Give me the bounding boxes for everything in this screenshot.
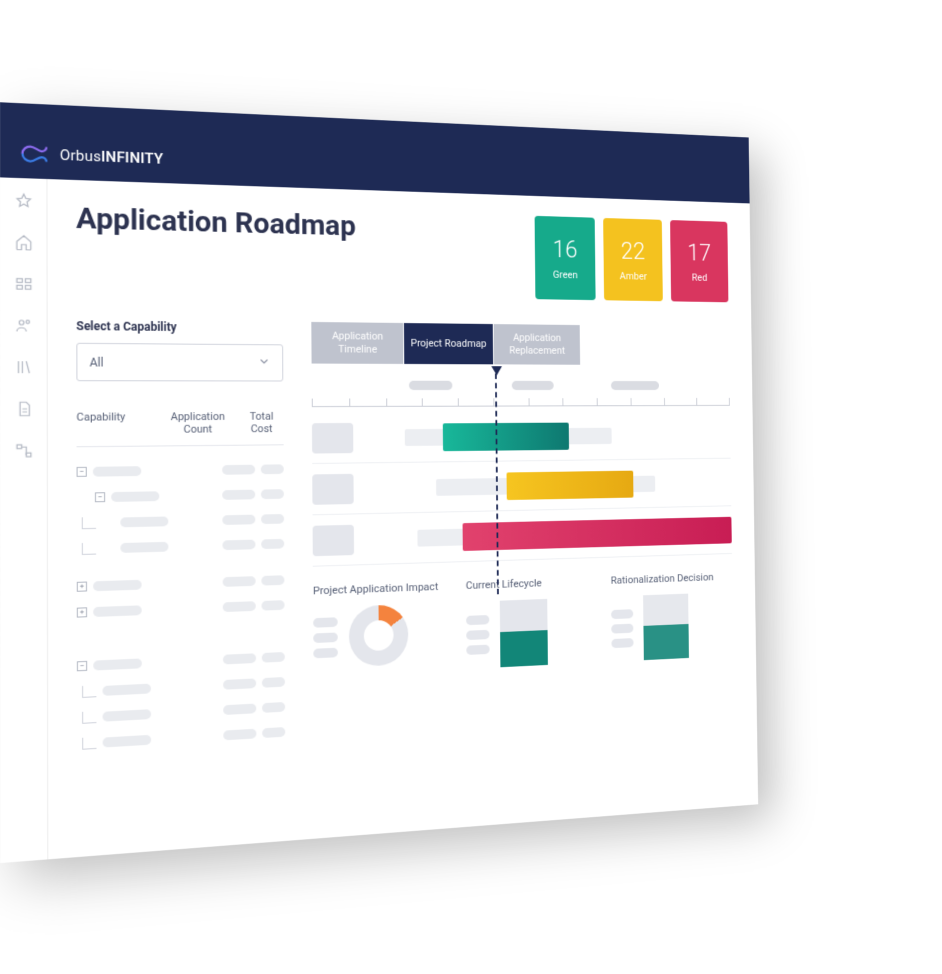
filter-label: Select a Capability <box>76 319 283 335</box>
gantt-row-box[interactable] <box>312 473 353 504</box>
legend <box>611 609 633 648</box>
capability-select[interactable]: All <box>76 343 283 382</box>
tab-project-roadmap[interactable]: Project Roadmap <box>404 323 494 364</box>
legend <box>466 615 490 655</box>
collapse-icon[interactable]: − <box>95 492 105 502</box>
kpi-value: 17 <box>687 240 711 267</box>
stacked-bar-chart <box>500 599 548 667</box>
gantt-row-box[interactable] <box>312 422 353 453</box>
panel-title: Project Application Impact <box>313 579 448 598</box>
expand-icon[interactable]: + <box>77 582 87 592</box>
kpi-green[interactable]: 16 Green <box>535 216 596 300</box>
tab-bar: Application Timeline Project Roadmap App… <box>311 322 729 365</box>
side-rail <box>0 177 48 863</box>
kpi-label: Red <box>692 271 708 283</box>
kpi-amber[interactable]: 22 Amber <box>603 218 663 301</box>
expand-icon[interactable]: + <box>77 607 87 617</box>
legend <box>313 617 338 658</box>
flow-icon[interactable] <box>14 442 33 464</box>
tab-application-replacement[interactable]: Application Replacement <box>494 324 581 365</box>
right-column: Application Timeline Project Roadmap App… <box>311 322 735 829</box>
panel-title: Rationalization Decision <box>611 570 733 588</box>
page-title: Application Roadmap <box>76 202 356 243</box>
capability-tree: − − + + − <box>77 445 286 757</box>
grid-icon[interactable] <box>14 275 33 297</box>
kpi-label: Amber <box>620 270 647 282</box>
chevron-down-icon <box>257 355 270 371</box>
col-app-count: Application Count <box>166 410 230 435</box>
kpi-red[interactable]: 17 Red <box>670 220 728 302</box>
tab-application-timeline[interactable]: Application Timeline <box>311 322 404 364</box>
brand-name: OrbusINFINITY <box>60 146 164 168</box>
star-icon[interactable] <box>14 192 33 214</box>
brand-bold: INFINITY <box>101 148 163 168</box>
gantt-bar-green[interactable] <box>443 422 569 451</box>
collapse-icon[interactable]: − <box>77 467 87 477</box>
document-icon[interactable] <box>14 400 33 422</box>
gantt-row <box>312 411 731 464</box>
brand-regular: Orbus <box>60 146 101 165</box>
app-window: OrbusINFINITY Application Roadmap 16 <box>0 102 758 863</box>
donut-chart <box>349 604 409 667</box>
panel-project-impact: Project Application Impact <box>313 579 449 676</box>
table-header: Capability Application Count Total Cost <box>76 410 283 447</box>
col-capability: Capability <box>76 410 155 436</box>
panel-current-lifecycle: Current Lifecycle <box>466 574 595 668</box>
kpi-value: 16 <box>553 236 578 264</box>
kpi-group: 16 Green 22 Amber 17 Red <box>535 216 729 302</box>
stacked-bar-chart <box>643 594 689 661</box>
panel-title: Current Lifecycle <box>466 574 594 592</box>
library-icon[interactable] <box>14 358 33 380</box>
brand-logo <box>19 139 50 170</box>
panel-rationalization: Rationalization Decision <box>611 570 734 662</box>
gantt-row-box[interactable] <box>313 524 354 555</box>
select-value: All <box>90 355 104 369</box>
users-icon[interactable] <box>14 316 33 338</box>
collapse-icon[interactable]: − <box>77 661 87 671</box>
gantt-bar-amber[interactable] <box>507 470 634 499</box>
home-icon[interactable] <box>14 233 33 255</box>
col-total-cost: Total Cost <box>239 410 283 435</box>
gantt-bar-red[interactable] <box>463 516 732 550</box>
timeline-axis <box>312 373 730 407</box>
kpi-label: Green <box>553 268 578 280</box>
kpi-value: 22 <box>621 238 645 265</box>
tree-row[interactable]: − <box>77 457 284 485</box>
gantt-row <box>313 506 732 566</box>
left-column: Select a Capability All Capability Appli… <box>76 319 286 847</box>
